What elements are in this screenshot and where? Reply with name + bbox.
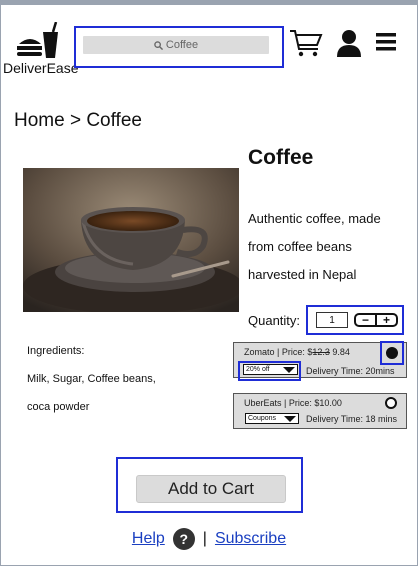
chevron-down-icon	[284, 415, 296, 422]
search-placeholder: Coffee	[165, 39, 199, 51]
hamburger-menu-icon[interactable]	[376, 33, 396, 51]
dropdown-value: Coupons	[248, 415, 277, 422]
chevron-down-icon	[283, 366, 295, 373]
new-price: 9.84	[332, 347, 350, 357]
offer-provider: Zomato | Price: $	[244, 347, 313, 357]
quantity-stepper[interactable]: − +	[354, 313, 398, 327]
product-title: Coffee	[248, 146, 314, 169]
user-icon[interactable]	[336, 29, 362, 57]
search-input[interactable]: Coffee	[83, 36, 269, 54]
breadcrumb[interactable]: Home > Coffee	[14, 110, 142, 132]
product-description: Authentic coffee, made from coffee beans…	[248, 205, 408, 289]
product-image	[23, 168, 239, 312]
discount-dropdown[interactable]: 20% off	[243, 364, 298, 375]
increment-button[interactable]: +	[377, 314, 396, 326]
offer-price-text: UberEats | Price: $10.00	[244, 398, 342, 408]
ingredients-text: coca powder	[27, 401, 90, 413]
ingredients-label: Ingredients:	[27, 345, 85, 357]
coupons-dropdown[interactable]: Coupons	[245, 413, 299, 424]
app-name[interactable]: DeliverEase	[3, 60, 78, 76]
description-line: from coffee beans	[248, 239, 352, 254]
footer: Help ? | Subscribe	[0, 528, 418, 550]
delivery-time: Delivery Time: 20mins	[306, 366, 395, 376]
add-to-cart-button[interactable]: Add to Cart	[136, 475, 286, 503]
offer-price-text: Zomato | Price: $12.3 9.84	[244, 347, 350, 357]
help-link[interactable]: Help	[132, 530, 165, 548]
dropdown-value: 20% off	[246, 366, 270, 373]
help-icon[interactable]: ?	[172, 528, 195, 550]
decrement-button[interactable]: −	[356, 314, 377, 326]
quantity-input[interactable]: 1	[316, 312, 348, 328]
footer-separator: |	[202, 530, 207, 547]
description-line: Authentic coffee, made	[248, 211, 381, 226]
offer-provider: UberEats | Price: $10.00	[244, 398, 342, 408]
quantity-label: Quantity:	[248, 313, 301, 328]
ingredients-text: Milk, Sugar, Coffee beans,	[27, 373, 156, 385]
old-price: 12.3	[312, 347, 330, 357]
subscribe-link[interactable]: Subscribe	[215, 530, 286, 548]
offer-radio[interactable]	[385, 397, 397, 409]
search-icon	[154, 40, 163, 50]
delivery-time: Delivery Time: 18 mins	[306, 414, 398, 424]
cart-icon[interactable]	[289, 28, 323, 58]
offer-radio-selected[interactable]	[386, 347, 398, 359]
drink-icon[interactable]	[16, 22, 62, 60]
description-line: harvested in Nepal	[248, 267, 357, 282]
